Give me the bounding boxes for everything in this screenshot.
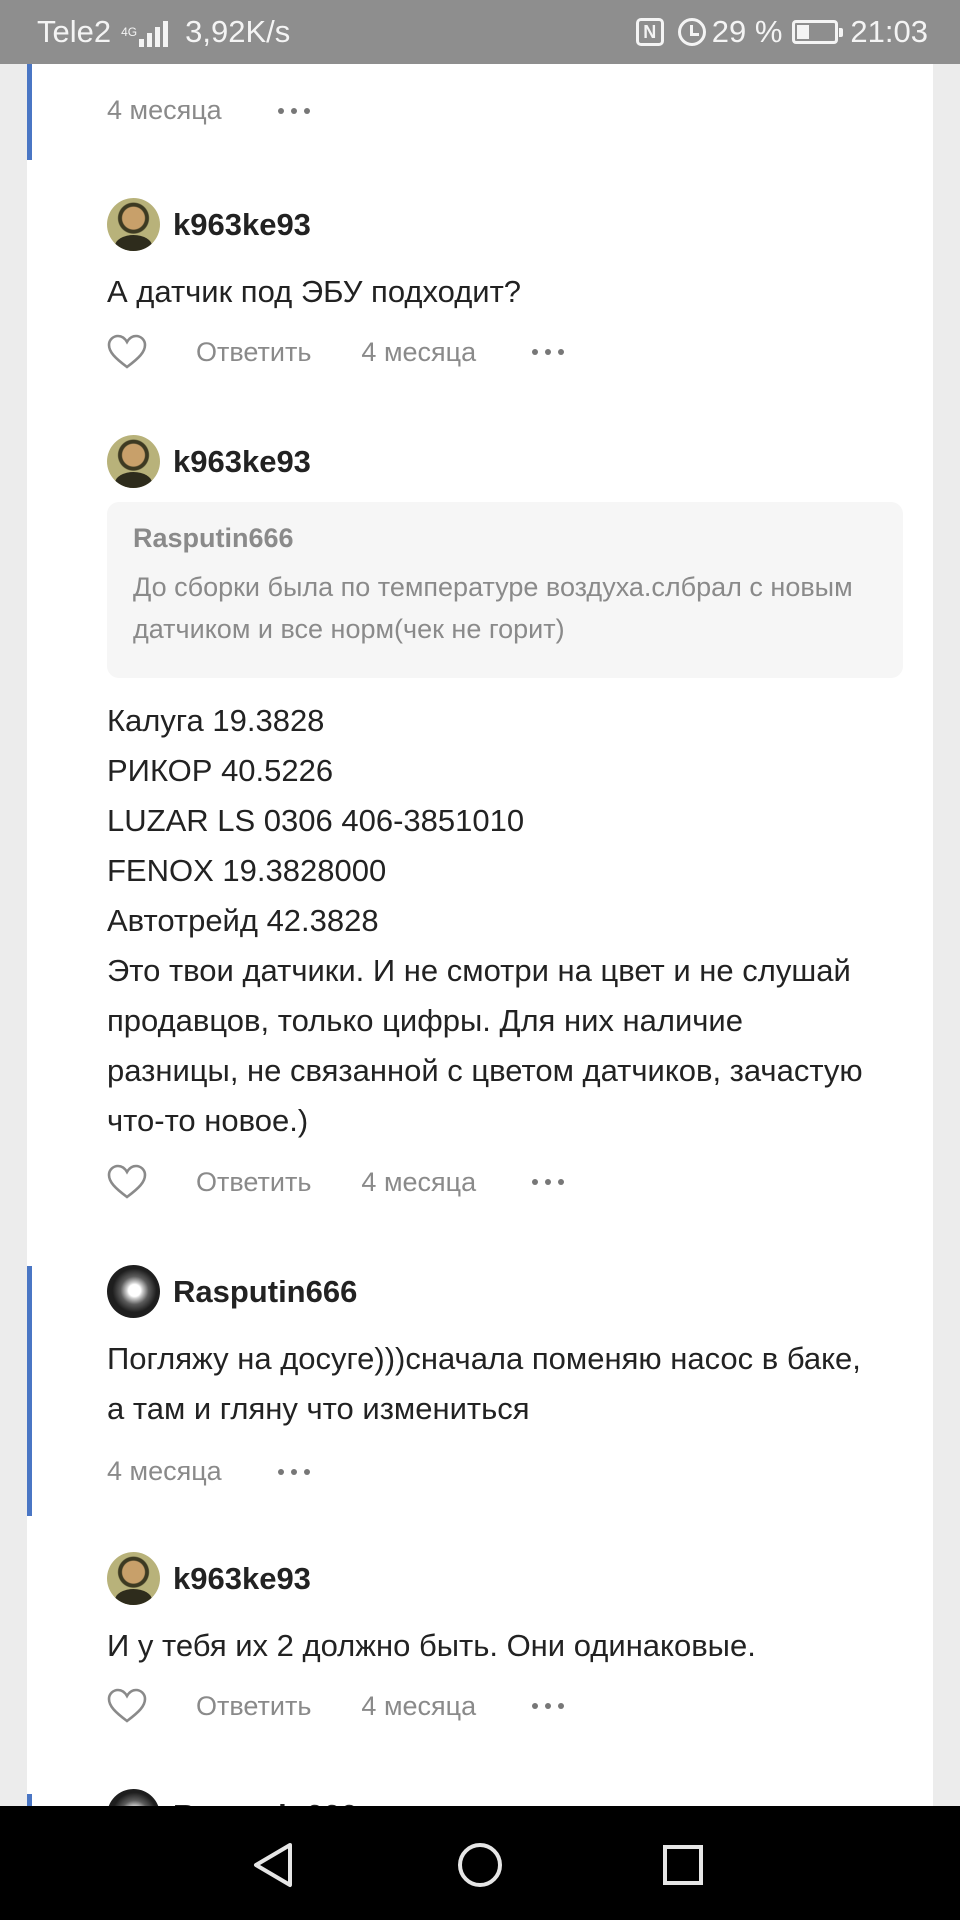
more-options-icon[interactable] bbox=[277, 1468, 317, 1475]
more-options-icon[interactable] bbox=[532, 1703, 571, 1709]
comment-time: 4 месяца bbox=[361, 1690, 477, 1721]
author-name[interactable]: Rasputin666 bbox=[173, 1274, 357, 1310]
network-speed: 3,92K/s bbox=[185, 14, 291, 49]
comment-actions: Ответить 4 месяца bbox=[107, 334, 571, 370]
status-bar: Tele2 4G 3,92K/s N 29 % 21:03 bbox=[0, 0, 960, 64]
battery-percent: 29 % bbox=[711, 14, 783, 49]
more-options-icon[interactable] bbox=[532, 349, 571, 355]
avatar[interactable] bbox=[107, 1265, 160, 1318]
network-type: 4G bbox=[121, 25, 138, 39]
comment-author[interactable]: Rasputin666 bbox=[107, 1789, 357, 1806]
comments-list: 4 месяца k963ke93 А датчик под ЭБУ подхо… bbox=[27, 64, 933, 1806]
like-heart-icon[interactable] bbox=[107, 1164, 147, 1200]
text-line: Автотрейд 42.3828 bbox=[107, 903, 379, 938]
recents-icon[interactable] bbox=[662, 1844, 704, 1886]
avatar[interactable] bbox=[107, 1552, 160, 1605]
quote-text: До сборки была по температуре воздуха.сл… bbox=[133, 572, 853, 644]
avatar[interactable] bbox=[107, 435, 160, 488]
text-line: FENOX 19.3828000 bbox=[107, 853, 387, 888]
quote-author: Rasputin666 bbox=[133, 523, 294, 553]
like-heart-icon[interactable] bbox=[107, 334, 147, 370]
author-name[interactable]: k963ke93 bbox=[173, 1561, 311, 1597]
home-icon[interactable] bbox=[457, 1842, 503, 1888]
reply-thread-indicator bbox=[27, 1794, 32, 1806]
reply-thread-indicator bbox=[27, 64, 32, 160]
reply-button[interactable]: Ответить bbox=[196, 337, 311, 368]
alarm-icon bbox=[677, 18, 706, 46]
comment-meta: 4 месяца bbox=[107, 1456, 317, 1487]
comment-meta: 4 месяца bbox=[107, 95, 317, 126]
clock: 21:03 bbox=[850, 14, 928, 49]
signal-icon bbox=[139, 17, 171, 47]
more-options-icon[interactable] bbox=[532, 1179, 571, 1185]
text-line: Калуга 19.3828 bbox=[107, 703, 325, 738]
back-icon[interactable] bbox=[252, 1842, 294, 1888]
comment-actions: Ответить 4 месяца bbox=[107, 1164, 571, 1200]
comment-text: И у тебя их 2 должно быть. Они одинаковы… bbox=[107, 1628, 756, 1663]
system-navigation-bar bbox=[0, 1806, 960, 1920]
more-options-icon[interactable] bbox=[277, 107, 317, 114]
comment-time: 4 месяца bbox=[107, 95, 222, 125]
reply-button[interactable]: Ответить bbox=[196, 1167, 311, 1198]
comment-text: Погляжу на досуге)))сначала поменяю насо… bbox=[107, 1341, 861, 1426]
comment-text: Калуга 19.3828 РИКОР 40.5226 LUZAR LS 03… bbox=[107, 696, 867, 1146]
reply-button[interactable]: Ответить bbox=[196, 1691, 311, 1722]
quoted-comment[interactable]: Rasputin666 До сборки была по температур… bbox=[107, 502, 903, 678]
battery-icon bbox=[792, 20, 844, 44]
comment-author[interactable]: k963ke93 bbox=[107, 198, 311, 251]
author-name[interactable]: k963ke93 bbox=[173, 444, 311, 480]
avatar[interactable] bbox=[107, 1789, 160, 1806]
comment-text: А датчик под ЭБУ подходит? bbox=[107, 274, 522, 309]
text-line: Это твои датчики. И не смотри на цвет и … bbox=[107, 953, 863, 1138]
author-name[interactable]: k963ke93 bbox=[173, 207, 311, 243]
avatar[interactable] bbox=[107, 198, 160, 251]
author-name[interactable]: Rasputin666 bbox=[173, 1798, 357, 1807]
comment-actions: Ответить 4 месяца bbox=[107, 1688, 571, 1724]
comment-author[interactable]: k963ke93 bbox=[107, 1552, 311, 1605]
nfc-icon: N bbox=[635, 18, 664, 46]
text-line: LUZAR LS 0306 406-3851010 bbox=[107, 803, 525, 838]
like-heart-icon[interactable] bbox=[107, 1688, 147, 1724]
comment-time: 4 месяца bbox=[361, 1166, 477, 1197]
comment-author[interactable]: Rasputin666 bbox=[107, 1265, 357, 1318]
comment-author[interactable]: k963ke93 bbox=[107, 435, 311, 488]
reply-thread-indicator bbox=[27, 1266, 32, 1516]
carrier-name: Tele2 bbox=[37, 14, 112, 49]
text-line: РИКОР 40.5226 bbox=[107, 753, 334, 788]
comment-time: 4 месяца bbox=[107, 1456, 222, 1486]
comment-time: 4 месяца bbox=[361, 336, 477, 367]
